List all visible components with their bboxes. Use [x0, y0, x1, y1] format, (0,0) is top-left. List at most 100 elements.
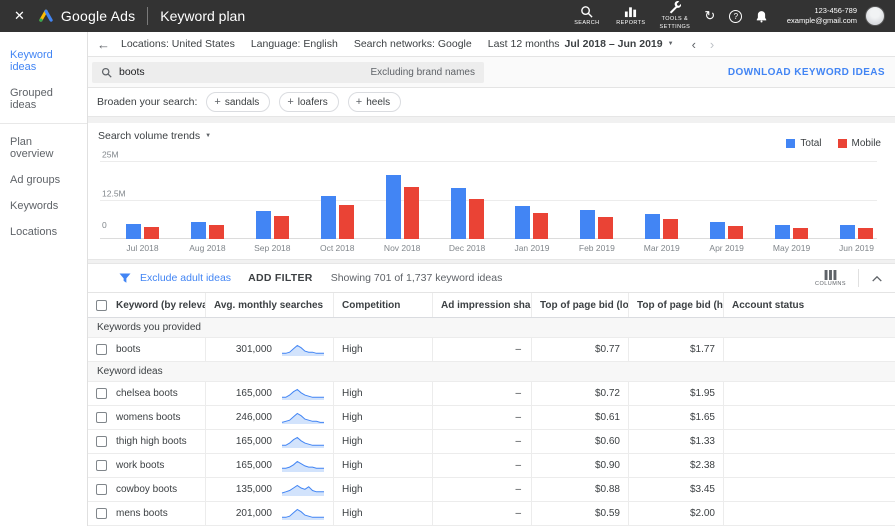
ad-impression-share-cell: – [432, 454, 531, 477]
competition-cell: High [333, 454, 432, 477]
bar-mobile [468, 199, 484, 239]
row-checkbox[interactable] [96, 388, 107, 399]
keyword-cell: womens boots [116, 412, 181, 423]
notifications-button[interactable] [749, 10, 775, 23]
sidebar-item-grouped-ideas[interactable]: Grouped ideas [0, 80, 87, 118]
bar-group-dec-2018: Dec 2018 [449, 161, 485, 253]
google-ads-logo: Google Ads [38, 8, 135, 24]
competition-cell: High [333, 478, 432, 501]
search-icon [581, 5, 593, 18]
sidebar-item-ad-groups[interactable]: Ad groups [0, 167, 87, 193]
y-tick-0: 0 [102, 220, 107, 230]
caret-down-icon: ▼ [667, 41, 674, 47]
exclude-adult-ideas-link[interactable]: Exclude adult ideas [140, 272, 231, 284]
chart-type-dropdown[interactable]: Search volume trends ▼ [98, 130, 211, 142]
avg-monthly-searches-cell: 301,000 [235, 344, 272, 355]
account-status-cell [723, 454, 895, 477]
next-period-icon[interactable]: › [710, 38, 714, 51]
chart-header: Search volume trends ▼ Total Mobile [98, 130, 881, 149]
table-row[interactable]: womens boots 246,000 High – $0.61 $1.65 [88, 406, 895, 430]
prev-period-icon[interactable]: ‹ [692, 38, 696, 51]
legend-item-mobile: Mobile [837, 138, 881, 149]
competition-cell: High [333, 406, 432, 429]
filter-funnel-icon[interactable] [119, 272, 131, 284]
date-range-dropdown[interactable]: Last 12 months Jul 2018 – Jun 2019 ▼ [488, 38, 674, 50]
x-axis-label: Feb 2019 [578, 243, 615, 253]
sparkline [282, 344, 324, 356]
row-checkbox[interactable] [96, 508, 107, 519]
keyword-search-input[interactable]: boots Excluding brand names [92, 61, 484, 83]
bid-high-cell: $1.77 [628, 338, 723, 361]
bar-group-jul-2018: Jul 2018 [126, 161, 159, 253]
table-row[interactable]: chelsea boots 165,000 High – $0.72 $1.95 [88, 382, 895, 406]
table-row[interactable]: boots 301,000 High – $0.77 $1.77 [88, 338, 895, 362]
header-keyword[interactable]: Keyword (by relevance) ↓ [88, 293, 205, 317]
language-setting[interactable]: Language: English [251, 38, 338, 50]
header-bid-high[interactable]: Top of page bid (high range) [628, 293, 723, 317]
reports-nav-button[interactable]: REPORTS [609, 3, 653, 29]
chip-sandals[interactable]: + sandals [206, 92, 271, 112]
sparkline [281, 484, 324, 496]
keyword-cell: chelsea boots [116, 388, 178, 399]
select-all-checkbox[interactable] [96, 299, 107, 311]
broaden-search-label: Broaden your search: [97, 96, 198, 108]
add-filter-button[interactable]: ADD FILTER [248, 272, 313, 284]
collapse-table-button[interactable] [871, 274, 883, 283]
row-checkbox[interactable] [96, 344, 107, 355]
chip-heels[interactable]: + heels [347, 92, 402, 112]
back-arrow-icon[interactable]: ← [97, 37, 110, 52]
bid-high-cell: $2.38 [628, 454, 723, 477]
table-row[interactable]: mens boots 201,000 High – $0.59 $2.00 [88, 502, 895, 526]
bar-group-may-2019: May 2019 [773, 161, 810, 253]
sidebar-item-locations[interactable]: Locations [0, 219, 87, 245]
locations-setting[interactable]: Locations: United States [121, 38, 235, 50]
table-row[interactable]: thigh high boots 165,000 High – $0.60 $1… [88, 430, 895, 454]
bar-total [255, 210, 271, 239]
plus-icon: + [355, 95, 363, 108]
header-ad-impression-share[interactable]: Ad impression share [432, 293, 531, 317]
avatar[interactable] [865, 6, 885, 26]
results-count-text: Showing 701 of 1,737 keyword ideas [330, 272, 503, 284]
caret-down-icon: ▼ [205, 133, 212, 139]
row-checkbox[interactable] [96, 484, 107, 495]
bar-mobile [728, 226, 744, 239]
sparkline [282, 460, 324, 472]
row-checkbox[interactable] [96, 460, 107, 471]
sidebar-item-keyword-ideas[interactable]: Keyword ideas [0, 42, 87, 80]
x-axis-label: Apr 2019 [709, 243, 744, 253]
help-button[interactable]: ? [723, 9, 749, 23]
tools-settings-nav-button[interactable]: TOOLS & SETTINGS [653, 0, 697, 33]
bell-icon [757, 10, 767, 23]
bid-low-cell: $0.61 [531, 406, 628, 429]
account-email: example@gmail.com [786, 16, 857, 25]
x-axis-label: Dec 2018 [448, 243, 486, 253]
bar-group-jun-2019: Jun 2019 [839, 161, 874, 253]
filter-bar: Exclude adult ideas ADD FILTER Showing 7… [88, 264, 895, 293]
y-tick-12-5m: 12.5M [102, 188, 126, 199]
account-status-cell [723, 478, 895, 501]
header-avg-monthly-searches[interactable]: Avg. monthly searches [205, 293, 333, 317]
columns-button[interactable]: COLUMNS [815, 269, 846, 287]
header-competition[interactable]: Competition [333, 293, 432, 317]
header-bid-low[interactable]: Top of page bid (low range) [531, 293, 628, 317]
header-account-status[interactable]: Account status [723, 293, 895, 317]
networks-setting[interactable]: Search networks: Google [354, 38, 472, 50]
close-icon[interactable]: ✕ [14, 8, 25, 24]
row-checkbox[interactable] [96, 412, 107, 423]
refresh-icon[interactable]: ↻ [697, 8, 723, 24]
table-row[interactable]: cowboy boots 135,000 High – $0.88 $3.45 [88, 478, 895, 502]
search-nav-button[interactable]: SEARCH [565, 3, 609, 29]
table-row[interactable]: work boots 165,000 High – $0.90 $2.38 [88, 454, 895, 478]
date-range-value: Jul 2018 – Jun 2019 [564, 38, 663, 50]
download-keyword-ideas-button[interactable]: DOWNLOAD KEYWORD IDEAS [728, 67, 887, 78]
account-status-cell [723, 338, 895, 361]
sidebar-item-plan-overview[interactable]: Plan overview [0, 129, 87, 167]
x-axis-label: Jul 2018 [126, 243, 159, 253]
chip-loafers[interactable]: + loafers [279, 92, 339, 112]
sidebar-item-keywords[interactable]: Keywords [0, 193, 87, 219]
search-icon [101, 67, 112, 78]
bid-high-cell: $2.00 [628, 502, 723, 525]
x-axis-label: Mar 2019 [643, 243, 680, 253]
brand-exclusion-note: Excluding brand names [370, 66, 475, 78]
row-checkbox[interactable] [96, 436, 107, 447]
